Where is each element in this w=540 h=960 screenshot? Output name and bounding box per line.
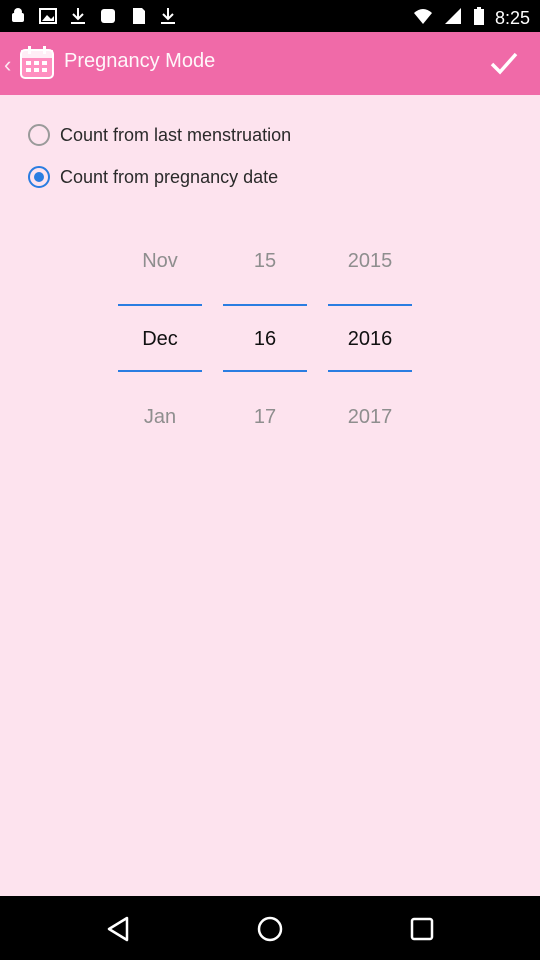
wifi-icon — [413, 6, 433, 31]
home-nav-button[interactable] — [255, 914, 285, 944]
chevron-left-icon: ‹ — [4, 52, 12, 77]
home-circle-icon — [257, 916, 283, 942]
download-icon — [68, 6, 88, 31]
day-next[interactable]: 17 — [223, 406, 307, 429]
notification-icon — [98, 6, 118, 31]
radio-unchecked-icon — [28, 124, 50, 146]
day-current[interactable]: 16 — [223, 328, 307, 351]
year-prev[interactable]: 2015 — [328, 250, 412, 273]
radio-checked-icon — [28, 166, 50, 188]
status-time: 8:25 — [494, 8, 530, 28]
signal-icon — [443, 6, 463, 31]
month-prev[interactable]: Nov — [118, 250, 202, 273]
date-picker: Nov Dec Jan 15 16 17 2015 2016 2017 — [118, 240, 412, 440]
divider — [118, 304, 202, 306]
page-title: Pregnancy Mode — [64, 50, 216, 72]
back-nav-button[interactable] — [103, 914, 133, 944]
divider — [223, 370, 307, 372]
status-left-icons — [8, 6, 178, 31]
year-current[interactable]: 2016 — [328, 328, 412, 351]
divider — [223, 304, 307, 306]
recents-square-icon — [410, 917, 434, 941]
confirm-button[interactable] — [486, 46, 522, 82]
navigation-bar — [0, 896, 540, 960]
battery-icon — [473, 6, 485, 31]
back-triangle-icon — [107, 916, 129, 942]
month-current[interactable]: Dec — [118, 328, 202, 351]
month-next[interactable]: Jan — [118, 406, 202, 429]
sd-card-icon — [128, 6, 148, 31]
option-last-menstruation[interactable]: Count from last menstruation — [28, 124, 291, 146]
android-icon — [8, 6, 28, 31]
status-bar: 8:25 — [0, 0, 540, 32]
year-next[interactable]: 2017 — [328, 406, 412, 429]
option-pregnancy-date[interactable]: Count from pregnancy date — [28, 166, 278, 188]
calendar-icon — [18, 44, 56, 82]
app-bar: ‹ Pregnancy Mode — [0, 32, 540, 95]
day-prev[interactable]: 15 — [223, 250, 307, 273]
option-label: Count from pregnancy date — [60, 166, 279, 187]
recents-nav-button[interactable] — [407, 914, 437, 944]
download-icon — [158, 6, 178, 31]
checkmark-icon — [490, 52, 518, 75]
divider — [118, 370, 202, 372]
day-picker[interactable]: 15 16 17 — [223, 240, 307, 440]
divider — [328, 370, 412, 372]
month-picker[interactable]: Nov Dec Jan — [118, 240, 202, 440]
year-picker[interactable]: 2015 2016 2017 — [328, 240, 412, 440]
status-right-icons: 8:25 — [413, 6, 530, 31]
option-label: Count from last menstruation — [60, 124, 292, 145]
image-icon — [38, 6, 58, 31]
divider — [328, 304, 412, 306]
